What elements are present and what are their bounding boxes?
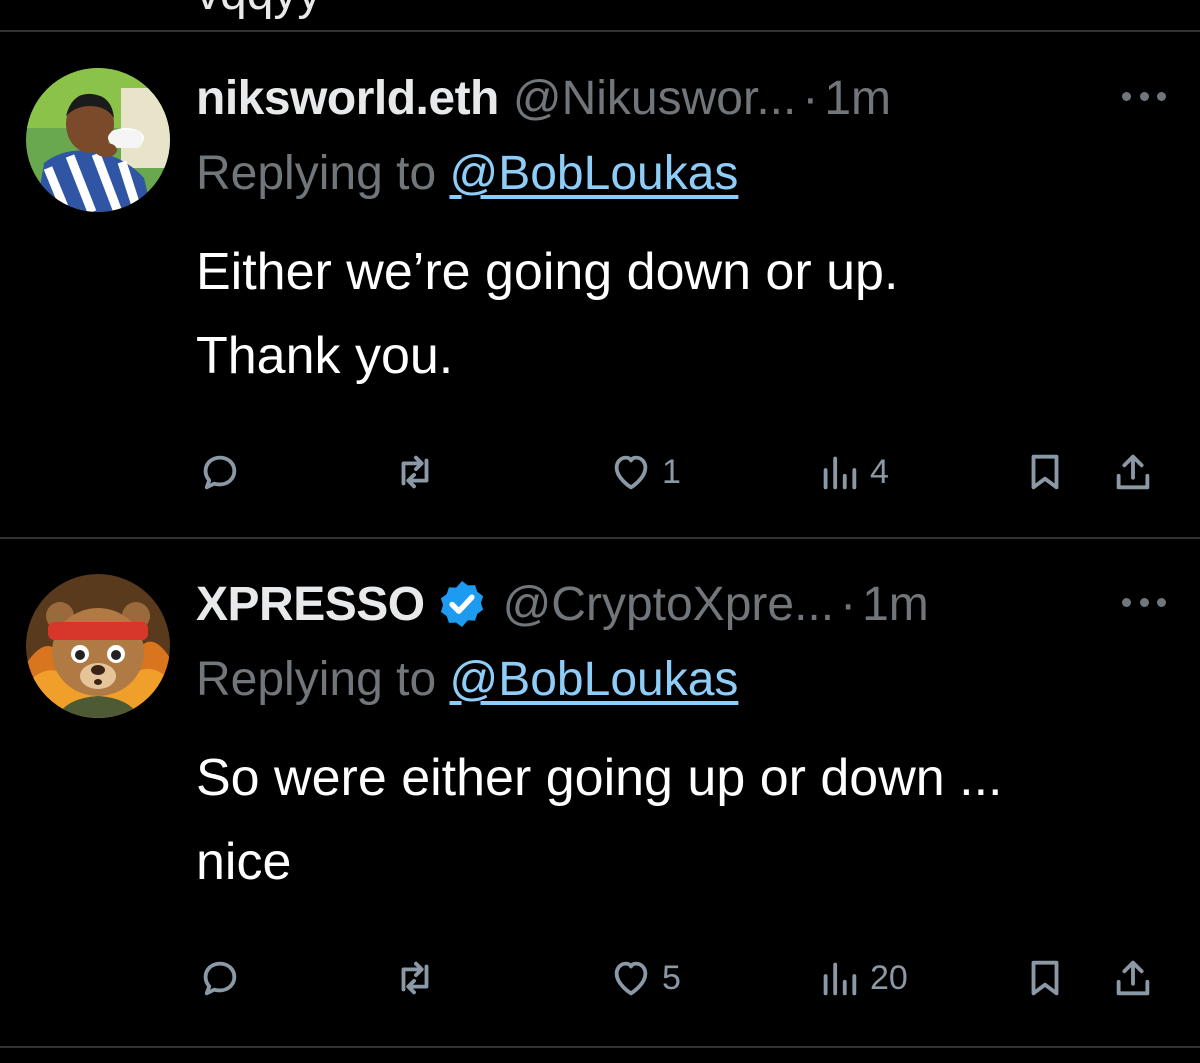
- views-icon: [823, 962, 857, 996]
- mention-link[interactable]: @BobLoukas: [449, 147, 738, 200]
- bookmark-icon: [1031, 960, 1059, 996]
- tweet-actions: 1 4: [196, 444, 1176, 504]
- previous-tweet-fragment: vqqyy: [0, 0, 1200, 30]
- display-name[interactable]: XPRESSO: [196, 577, 425, 632]
- tweet-text-line: So were either going up or down ...: [196, 749, 1003, 807]
- views-count: 20: [870, 958, 908, 997]
- replying-prefix: Replying to: [196, 653, 437, 706]
- tweet-text-line: Thank you.: [196, 327, 454, 385]
- share-icon: [1116, 960, 1150, 996]
- more-horizontal-icon[interactable]: [1122, 86, 1166, 106]
- replying-to: Replying to @BobLoukas: [196, 652, 738, 707]
- reply-button[interactable]: [196, 950, 242, 1006]
- replying-to: Replying to @BobLoukas: [196, 146, 738, 201]
- repost-icon: [401, 961, 429, 995]
- more-horizontal-icon[interactable]: [1122, 592, 1166, 612]
- reply-thread: vqqyy niksworld.eth @Nikuswor... · 1m: [0, 0, 1200, 1063]
- like-count: 1: [662, 452, 681, 491]
- views-button[interactable]: 20: [816, 950, 908, 1006]
- share-button[interactable]: [1110, 950, 1156, 1006]
- repost-icon: [401, 455, 429, 489]
- heart-icon: [614, 455, 648, 490]
- bookmark-button[interactable]: [1022, 444, 1068, 500]
- repost-button[interactable]: [392, 444, 438, 500]
- replying-prefix: Replying to: [196, 147, 437, 200]
- like-button[interactable]: 1: [608, 444, 681, 500]
- reply-icon: [203, 961, 237, 996]
- divider: [0, 30, 1200, 32]
- avatar-bear-illustration: [26, 574, 170, 718]
- reply-icon: [203, 455, 237, 490]
- tweet-actions: 5 20: [196, 950, 1176, 1010]
- user-handle[interactable]: @Nikuswor...: [513, 71, 796, 126]
- tweet-text: Either we’re going down or up. Thank you…: [196, 230, 1166, 398]
- divider: [0, 1046, 1200, 1048]
- tweet-header: XPRESSO @CryptoXpre... · 1m: [196, 574, 1080, 634]
- divider: [0, 537, 1200, 539]
- tweet-text-line: nice: [196, 833, 292, 891]
- like-button[interactable]: 5: [608, 950, 681, 1006]
- tweet[interactable]: XPRESSO @CryptoXpre... · 1m Replying to …: [0, 574, 1200, 1044]
- separator-dot: ·: [840, 577, 857, 631]
- tweet-text-line: Either we’re going down or up.: [196, 243, 899, 301]
- mention-link[interactable]: @BobLoukas: [449, 653, 738, 706]
- timestamp[interactable]: 1m: [824, 71, 891, 126]
- bookmark-button[interactable]: [1022, 950, 1068, 1006]
- tweet-header: niksworld.eth @Nikuswor... · 1m: [196, 68, 1080, 128]
- share-button[interactable]: [1110, 444, 1156, 500]
- verified-badge-icon[interactable]: [435, 577, 489, 631]
- tweet[interactable]: niksworld.eth @Nikuswor... · 1m Replying…: [0, 68, 1200, 536]
- views-button[interactable]: 4: [816, 444, 889, 500]
- repost-button[interactable]: [392, 950, 438, 1006]
- user-handle[interactable]: @CryptoXpre...: [503, 577, 835, 632]
- previous-tweet-text: vqqyy: [196, 0, 321, 21]
- avatar[interactable]: [26, 574, 170, 718]
- heart-icon: [614, 961, 648, 996]
- display-name[interactable]: niksworld.eth: [196, 71, 499, 126]
- avatar[interactable]: [26, 68, 170, 212]
- bookmark-icon: [1031, 454, 1059, 490]
- views-count: 4: [870, 452, 889, 491]
- views-icon: [823, 456, 857, 490]
- tweet-text: So were either going up or down ... nice: [196, 736, 1166, 904]
- reply-button[interactable]: [196, 444, 242, 500]
- share-icon: [1116, 454, 1150, 490]
- like-count: 5: [662, 958, 681, 997]
- timestamp[interactable]: 1m: [862, 577, 929, 632]
- avatar-photo: [26, 68, 170, 212]
- separator-dot: ·: [802, 71, 819, 125]
